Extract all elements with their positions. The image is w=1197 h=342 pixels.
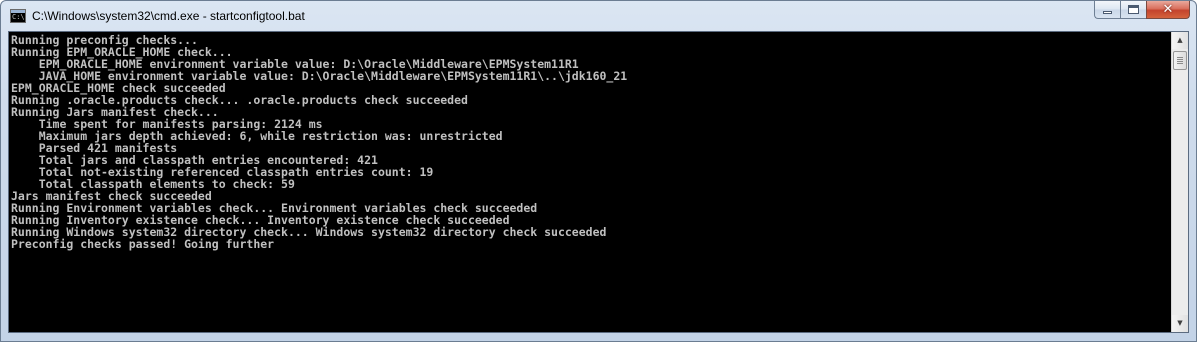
console-area[interactable]: Running preconfig checks... Running EPM_O… xyxy=(8,31,1189,333)
minimize-button[interactable] xyxy=(1094,1,1120,19)
scroll-down-arrow-icon[interactable]: ▼ xyxy=(1172,315,1188,332)
close-icon: ✕ xyxy=(1162,2,1174,17)
vertical-scrollbar[interactable]: ▲ ▼ xyxy=(1171,32,1188,332)
close-button[interactable]: ✕ xyxy=(1146,1,1190,19)
maximize-button[interactable] xyxy=(1120,1,1146,19)
console-output[interactable]: Running preconfig checks... Running EPM_O… xyxy=(11,34,1171,330)
scroll-thumb[interactable] xyxy=(1173,51,1187,70)
cmd-icon[interactable]: C:\ xyxy=(10,9,26,23)
scroll-up-arrow-icon[interactable]: ▲ xyxy=(1172,32,1188,49)
maximize-icon xyxy=(1128,5,1139,14)
window-title: C:\Windows\system32\cmd.exe - startconfi… xyxy=(32,9,305,23)
cmd-window: C:\ C:\Windows\system32\cmd.exe - startc… xyxy=(0,0,1197,342)
caption-buttons: ✕ xyxy=(1094,1,1190,20)
title-bar[interactable]: C:\ C:\Windows\system32\cmd.exe - startc… xyxy=(1,1,1196,31)
console-line: Maximum jars depth achieved: 6, while re… xyxy=(11,129,503,143)
console-line: Preconfig checks passed! Going further xyxy=(11,237,275,251)
thumb-grip-icon xyxy=(1177,57,1183,64)
cmd-icon-label: C:\ xyxy=(12,13,25,21)
minimize-icon xyxy=(1103,11,1112,14)
